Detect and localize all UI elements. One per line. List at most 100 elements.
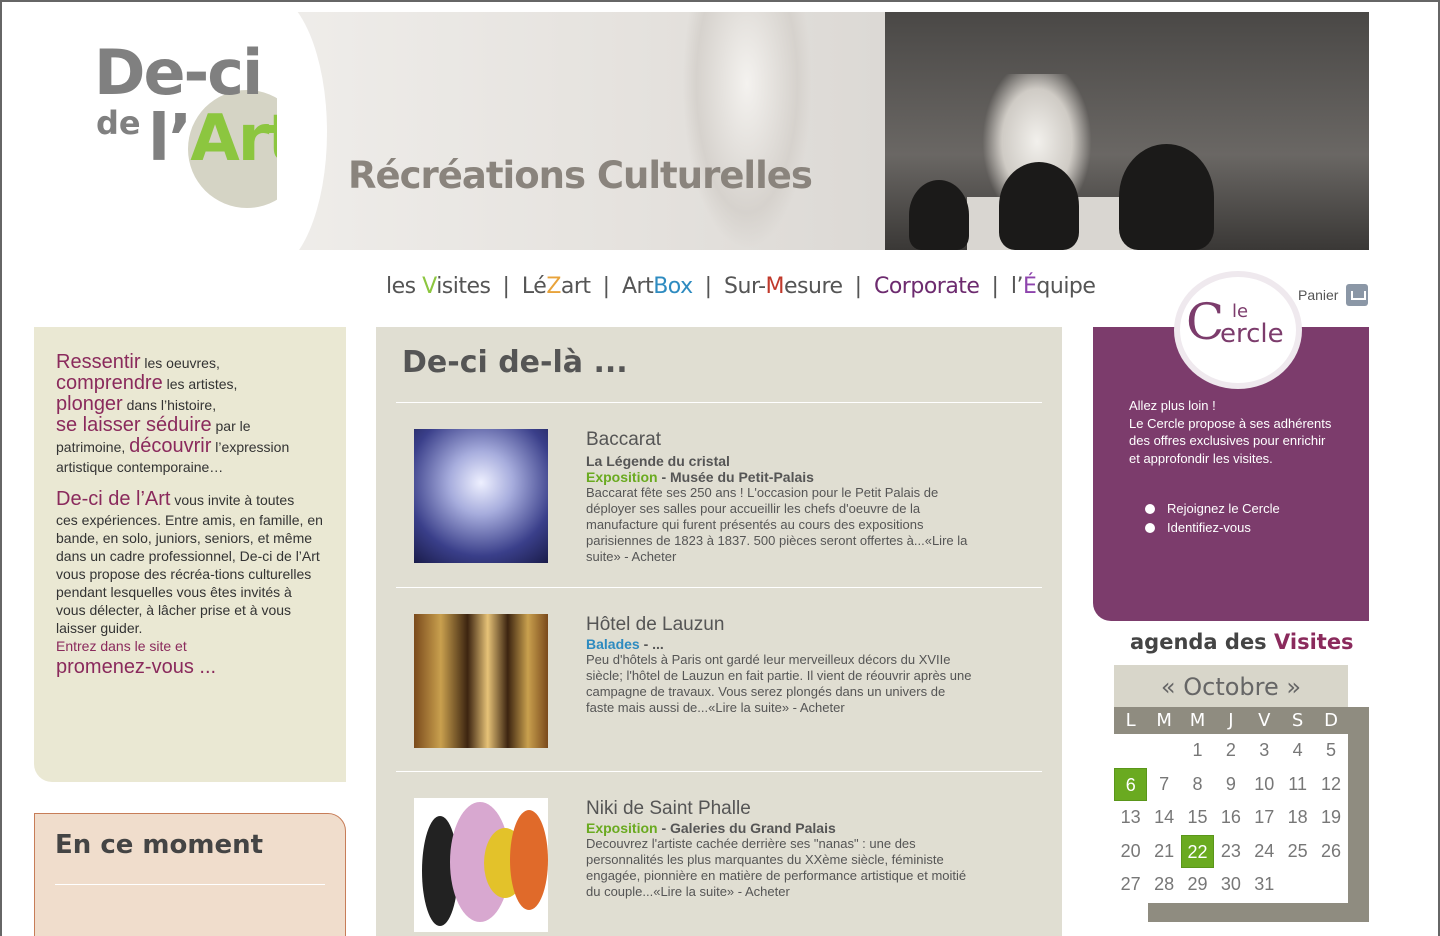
nav-text: Art	[621, 274, 654, 299]
calendar-week: 27 28 29 30 31	[1114, 868, 1348, 902]
article-title[interactable]: Hôtel de Lauzun	[586, 614, 976, 636]
nav-accent: Box	[653, 274, 693, 299]
intro-cta-line[interactable]: Entrez dans le site et	[56, 637, 324, 655]
calendar-day[interactable]: 21	[1147, 835, 1180, 869]
nav-equipe[interactable]: l’Équipe	[1011, 274, 1096, 299]
nav-separator: |	[854, 274, 862, 299]
cart-label: Panier	[1298, 287, 1339, 303]
calendar-day[interactable]: 13	[1114, 801, 1147, 835]
calendar-week: 20 21 22 23 24 25 26	[1114, 834, 1348, 869]
agenda-title-text: agenda des	[1130, 630, 1274, 654]
calendar-day[interactable]: 4	[1281, 734, 1314, 768]
article-category: Balades - ...	[586, 636, 976, 652]
nav-accent: V	[422, 274, 437, 299]
intro-text: dans l’histoire,	[122, 397, 217, 413]
category-label: Exposition	[586, 469, 658, 485]
agenda-title: agenda des Visites	[1130, 630, 1354, 654]
calendar-day[interactable]: 23	[1214, 835, 1247, 869]
nav-visites[interactable]: les Visites	[386, 274, 491, 299]
en-ce-moment-panel: En ce moment	[34, 813, 346, 936]
intro-line: patrimoine, découvrir l’expression	[56, 436, 324, 456]
visitor-silhouette	[1119, 144, 1214, 250]
weekday-label: V	[1258, 710, 1271, 731]
nav-corporate[interactable]: Corporate	[873, 274, 980, 299]
article-title[interactable]: Niki de Saint Phalle	[586, 798, 976, 820]
calendar-day[interactable]: 28	[1147, 868, 1180, 902]
nav-accent: É	[1023, 274, 1037, 299]
article-subtitle: La Légende du cristal	[586, 453, 730, 469]
lauzun-thumbnail[interactable]	[414, 614, 548, 748]
intro-cta-promenez[interactable]: promenez-vous ...	[56, 655, 324, 679]
nav-text: l’	[1010, 274, 1024, 299]
cart-link[interactable]: Panier	[1298, 284, 1369, 306]
article-title[interactable]: Baccarat	[586, 429, 976, 451]
calendar-day[interactable]: 31	[1248, 868, 1281, 902]
calendar-day[interactable]: 3	[1248, 734, 1281, 768]
calendar-day[interactable]: 17	[1248, 801, 1281, 835]
calendar-day[interactable]: 30	[1214, 868, 1247, 902]
calendar: « Octobre » L M M J V S D 1 2 3 4 5 6 7 8 9 10 11 1…	[1114, 665, 1348, 903]
venue-label: - ...	[639, 636, 664, 652]
calendar-day[interactable]: 24	[1248, 835, 1281, 869]
calendar-day[interactable]: 5	[1314, 734, 1347, 768]
nav-lezart[interactable]: LéZart	[522, 274, 591, 299]
calendar-day[interactable]: 27	[1114, 868, 1147, 902]
nav-artbox[interactable]: ArtBox	[622, 274, 693, 299]
logo-line-2: de	[96, 104, 141, 142]
visitor-silhouette	[999, 162, 1079, 250]
calendar-day[interactable]: 22	[1180, 834, 1215, 868]
calendar-week: 6 7 8 9 10 11 12	[1114, 767, 1348, 802]
calendar-week: 13 14 15 16 17 18 19	[1114, 801, 1348, 835]
agenda-title-accent: Visites	[1274, 630, 1354, 654]
calendar-day[interactable]: 26	[1314, 835, 1347, 869]
baccarat-thumbnail[interactable]	[414, 429, 548, 563]
moment-title: En ce moment	[55, 830, 264, 860]
calendar-day[interactable]: 25	[1281, 835, 1314, 869]
banner-tagline: Récréations Culturelles	[348, 154, 813, 197]
calendar-day[interactable]: 7	[1147, 768, 1180, 802]
nav-text: art	[560, 274, 591, 299]
calendar-day[interactable]: 20	[1114, 835, 1147, 869]
intro-text: vous invite à toutes	[170, 492, 295, 508]
news-title: De-ci de-là ...	[402, 345, 628, 380]
weekday-label: D	[1324, 710, 1338, 731]
calendar-day[interactable]: 18	[1281, 801, 1314, 835]
calendar-day[interactable]: 10	[1248, 768, 1281, 802]
calendar-day[interactable]: 14	[1147, 801, 1180, 835]
nav-sur-mesure[interactable]: Sur-Mesure	[724, 274, 843, 299]
join-cercle-link[interactable]: Rejoignez le Cercle	[1145, 499, 1333, 518]
intro-panel: Ressentir les oeuvres, comprendre les ar…	[34, 327, 346, 782]
cercle-description: Le Cercle propose à ses adhérents des of…	[1129, 415, 1332, 466]
header-banner: Récréations Culturelles	[277, 12, 1369, 250]
news-panel: De-ci de-là ... Baccarat La Légende du c…	[376, 327, 1062, 936]
intro-brand: De-ci de l’Art	[56, 488, 171, 510]
calendar-day[interactable]: 16	[1214, 801, 1247, 835]
login-link[interactable]: Identifiez-vous	[1145, 518, 1333, 537]
calendar-day[interactable]: 2	[1214, 734, 1247, 768]
calendar-day[interactable]: 6	[1114, 767, 1148, 801]
nav-text: isites	[436, 274, 491, 299]
cercle-logo[interactable]: C le ercle	[1174, 271, 1302, 389]
calendar-day[interactable]: 19	[1314, 801, 1347, 835]
cercle-logo-ercle: ercle	[1220, 319, 1284, 349]
calendar-month-nav[interactable]: « Octobre »	[1114, 665, 1348, 707]
calendar-day	[1281, 868, 1314, 902]
calendar-day[interactable]: 12	[1314, 768, 1347, 802]
niki-thumbnail[interactable]	[414, 798, 548, 932]
calendar-day	[1314, 868, 1347, 902]
calendar-weekdays: L M M J V S D	[1114, 707, 1348, 734]
calendar-day[interactable]: 9	[1214, 768, 1247, 802]
article-category: Exposition - Galeries du Grand Palais	[586, 820, 976, 836]
weekday-label: M	[1156, 710, 1172, 731]
calendar-day[interactable]: 15	[1181, 801, 1214, 835]
calendar-day[interactable]: 29	[1181, 868, 1214, 902]
nav-separator: |	[704, 274, 713, 299]
weekday-label: S	[1291, 710, 1304, 731]
calendar-day[interactable]: 11	[1281, 768, 1314, 802]
divider	[396, 402, 1042, 403]
category-label: Exposition	[586, 820, 658, 836]
calendar-day[interactable]: 8	[1181, 768, 1214, 802]
calendar-day[interactable]: 1	[1181, 734, 1214, 768]
nav-accent: Corporate	[873, 274, 980, 299]
article-description: Decouvrez l'artiste cachée derrière ses …	[586, 836, 967, 899]
